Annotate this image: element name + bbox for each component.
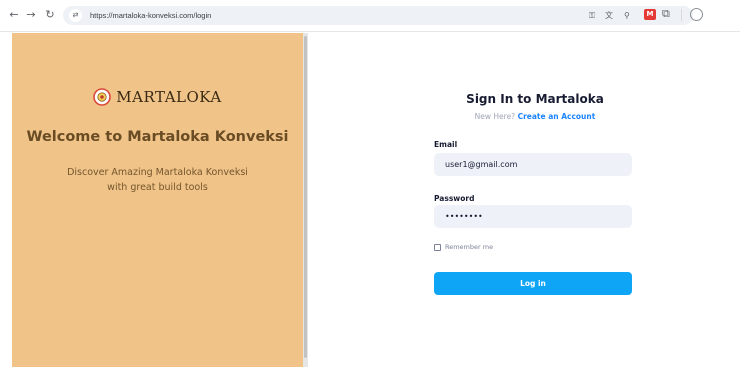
brand-subtitle-line2: with great build tools <box>107 182 208 193</box>
brand-panel: MARTALOKA Welcome to Martaloka Konveksi … <box>12 33 303 367</box>
brand-logo: MARTALOKA <box>12 88 303 106</box>
email-field[interactable]: user1@gmail.com <box>434 153 632 176</box>
extensions-puzzle-icon[interactable]: ⧉ <box>662 6 670 22</box>
toolbar-divider <box>681 9 682 21</box>
new-here-text: New Here? Create an Account <box>330 112 740 121</box>
password-field[interactable]: •••••••• <box>434 205 632 228</box>
reload-icon[interactable]: ↻ <box>42 7 58 23</box>
login-button[interactable]: Log in <box>434 272 632 295</box>
password-key-icon[interactable]: ⚿ <box>589 9 595 22</box>
email-label: Email <box>434 140 458 149</box>
extension-red-icon[interactable]: M <box>644 9 656 20</box>
form-title: Sign In to Martaloka <box>466 92 604 106</box>
zoom-icon[interactable]: ⚲ <box>624 9 630 22</box>
address-bar[interactable]: ⇄ https://martaloka-konveksi.com/login ⚿… <box>63 6 693 25</box>
martaloka-logo-icon <box>93 88 112 106</box>
password-label: Password <box>434 194 475 203</box>
site-info-icon[interactable]: ⇄ <box>69 9 82 22</box>
welcome-heading: Welcome to Martaloka Konveksi <box>26 129 289 145</box>
remember-me[interactable]: Remember me <box>434 243 493 251</box>
brand-subtitle-line1: Discover Amazing Martaloka Konveksi <box>67 167 248 178</box>
new-here-label: New Here? <box>474 112 516 121</box>
login-form: Sign In to Martaloka New Here? Create an… <box>330 33 740 367</box>
forward-arrow-icon[interactable]: → <box>23 7 39 23</box>
browser-toolbar: ← → ↻ ⇄ https://martaloka-konveksi.com/l… <box>0 0 740 32</box>
remember-me-checkbox[interactable] <box>434 243 441 251</box>
address-bar-url[interactable]: https://martaloka-konveksi.com/login <box>90 9 211 22</box>
back-arrow-icon[interactable]: ← <box>6 7 22 23</box>
remember-me-label: Remember me <box>445 243 494 251</box>
create-account-link[interactable]: Create an Account <box>518 112 596 121</box>
profile-icon[interactable] <box>690 8 703 21</box>
brand-logo-text: MARTALOKA <box>116 88 222 106</box>
translate-icon[interactable]: 文 <box>605 9 613 22</box>
panel-scrollbar-thumb[interactable] <box>304 36 307 358</box>
